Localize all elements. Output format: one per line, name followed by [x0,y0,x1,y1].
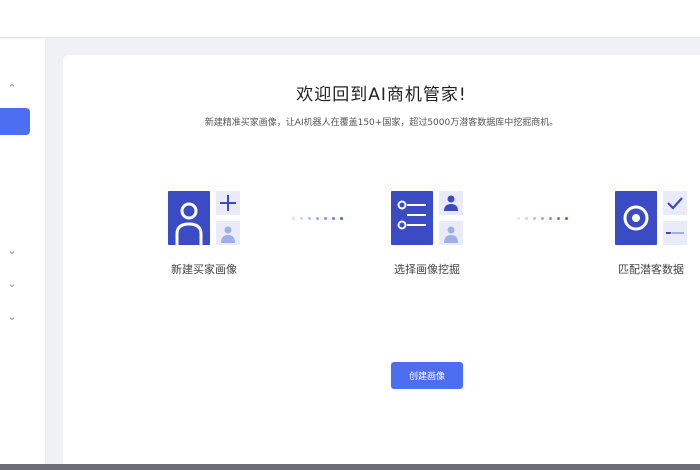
sidebar: ⌃ ⌄ ⌄ ⌄ [0,39,46,464]
chevron-down-icon[interactable]: ⌄ [4,243,20,259]
welcome-card: 欢迎回到AI商机管家! 新建精准买家画像，让AI机器人在覆盖150+国家，超过5… [63,55,700,464]
page-subtitle: 新建精准买家画像，让AI机器人在覆盖150+国家，超过5000万潜客数据库中挖掘… [204,118,559,128]
step-select-persona: 选择画像挖掘 [372,191,482,277]
step-new-persona: 新建买家画像 [149,191,259,277]
person-add-icon [168,191,240,245]
step-match-leads: 匹配潜客数据 [596,191,700,277]
step-label: 选择画像挖掘 [394,263,460,276]
step-label: 新建买家画像 [171,263,237,276]
progress-dots [292,216,343,220]
sidebar-active-item[interactable] [0,108,30,135]
progress-dots [517,216,568,220]
create-persona-button[interactable]: 创建画像 [391,362,463,389]
page-title: 欢迎回到AI商机管家! [296,85,467,105]
chevron-down-icon[interactable]: ⌄ [4,276,20,292]
top-bar [0,0,700,38]
step-label: 匹配潜客数据 [618,263,684,276]
chevron-up-icon[interactable]: ⌃ [4,81,20,97]
target-match-icon [615,191,687,245]
chevron-down-icon[interactable]: ⌄ [4,309,20,325]
list-select-icon [391,191,463,245]
bottom-strip [0,464,700,470]
